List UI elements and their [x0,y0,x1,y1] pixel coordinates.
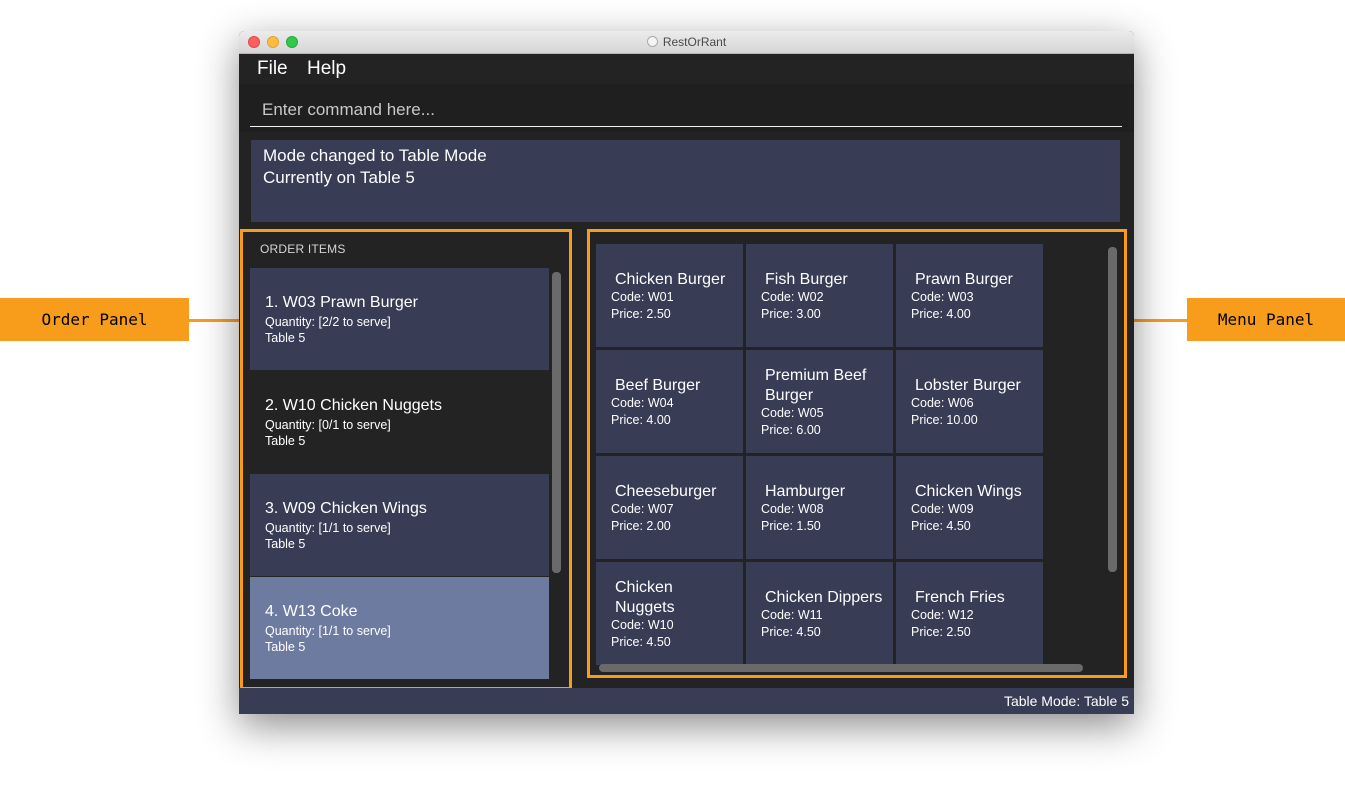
result-line-2: Currently on Table 5 [263,168,415,187]
menu-callout-connector [1127,319,1187,322]
result-display: Mode changed to Table Mode Currently on … [251,140,1120,222]
app-window: RestOrRant File Help Mode changed to Tab… [239,31,1134,714]
order-callout-connector [189,319,241,322]
menu-help[interactable]: Help [307,58,346,80]
app-icon [646,36,658,47]
menu-panel-callout: Menu Panel [1187,298,1345,341]
menu-panel-highlight [587,229,1127,678]
order-panel-highlight [240,229,572,690]
status-text: Table Mode: Table 5 [1003,693,1129,709]
order-panel-callout: Order Panel [0,298,189,341]
status-bar: Table Mode: Table 5 [239,688,1134,714]
command-box-area [239,84,1134,132]
window-title: RestOrRant [662,35,727,49]
command-input[interactable] [250,93,1122,127]
menu-file[interactable]: File [257,58,288,80]
title-bar: RestOrRant [239,31,1134,54]
window-title-area: RestOrRant [239,31,1134,53]
result-line-1: Mode changed to Table Mode [263,146,487,165]
menu-bar: File Help [239,54,1134,84]
